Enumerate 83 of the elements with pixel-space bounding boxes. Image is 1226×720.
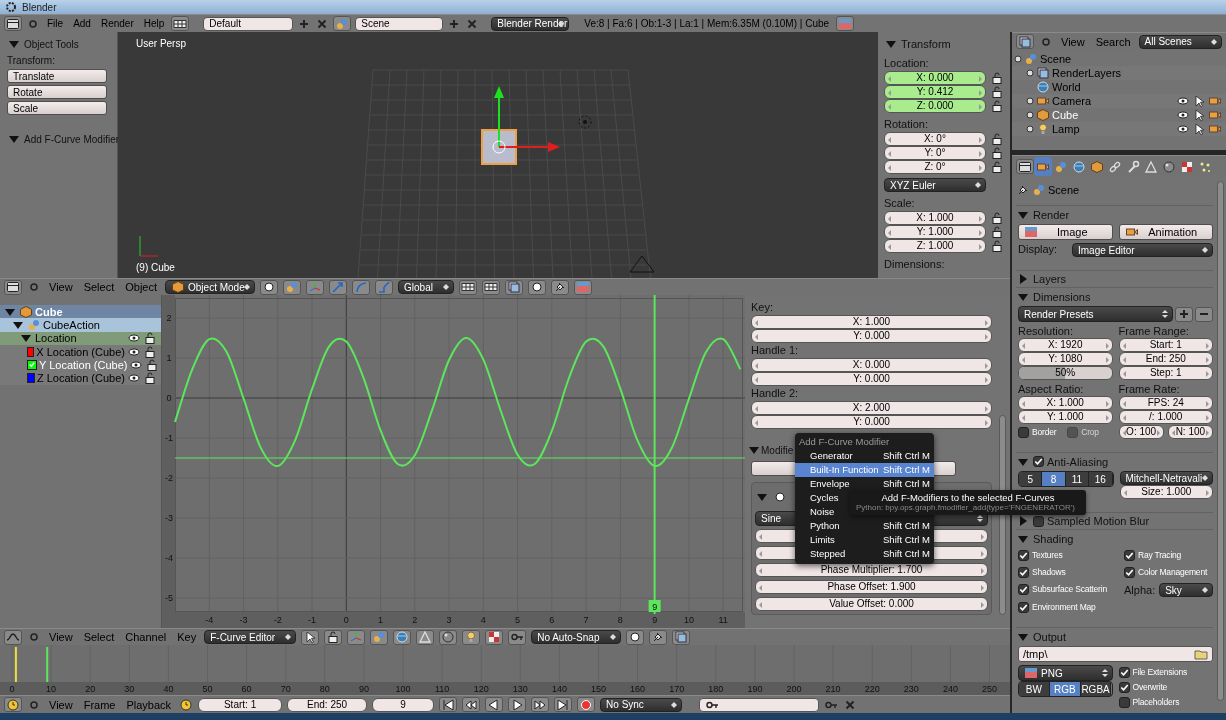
axis-label: 1	[166, 353, 172, 363]
window-title: Blender	[22, 1, 57, 13]
shortcut-label: Shift Ctrl M	[883, 463, 930, 477]
frame-label: 90	[358, 684, 369, 694]
axis-label: 3	[446, 615, 452, 625]
object-label: (9) Cube	[136, 262, 175, 273]
frame-label: 130	[512, 684, 528, 694]
frame-label: 110	[434, 684, 450, 694]
panel-title: Object Tools	[24, 38, 79, 50]
frame-number: 9	[652, 602, 658, 612]
axis-label: -2	[273, 615, 282, 625]
field-label: Resolution:	[1018, 325, 1075, 338]
frame-label: 30	[124, 684, 135, 694]
axis-label: 11	[718, 615, 728, 625]
frame-label: 150	[591, 684, 606, 694]
frame-label: 80	[319, 684, 330, 694]
axis-label: 1	[378, 615, 384, 625]
frame-label: 50	[202, 684, 213, 694]
section-label: Handle 2:	[751, 387, 800, 400]
frame-label: 190	[747, 684, 763, 694]
axis-label: -3	[165, 513, 173, 523]
frame-label: 40	[163, 684, 174, 694]
frame-label: 250	[982, 684, 997, 694]
scene-stats: Ve:8 | Fa:6 | Ob:1-3 | La:1 | Mem:6.35M (0.10M) | Cube	[583, 18, 831, 29]
frame-label: 200	[786, 684, 802, 694]
field-label: Alpha:	[1124, 583, 1156, 597]
frame-label: 160	[630, 684, 646, 694]
axis-label: -5	[165, 593, 173, 603]
axis-label: -4	[205, 615, 214, 625]
frame-label: 120	[473, 684, 489, 694]
axis-label: -1	[308, 615, 317, 625]
field-label: Aspect Ratio:	[1018, 383, 1085, 396]
field-label: Frame Rate:	[1118, 383, 1181, 396]
axis-label: 0	[166, 393, 172, 403]
section-label: Location:	[884, 57, 930, 70]
panel-title: Add F-Curve Modifier	[24, 133, 120, 145]
section-label: Scale:	[884, 197, 916, 210]
view-name: User Persp	[136, 38, 186, 49]
axis-label: 2	[412, 615, 418, 625]
axis-label: 10	[683, 615, 694, 625]
section-label: Dimensions:	[884, 258, 946, 271]
frame-label: 140	[551, 684, 567, 694]
axis-label: 8	[617, 615, 623, 625]
section-label: Rotation:	[884, 118, 930, 131]
axis-label: 5	[515, 615, 521, 625]
shortcut-label: Shift Ctrl M	[883, 477, 930, 491]
context-name: Scene	[1048, 184, 1080, 196]
axis-label: 0	[343, 615, 349, 625]
section-label: Handle 1:	[751, 344, 800, 357]
frame-label: 10	[46, 684, 57, 694]
frame-label: 60	[241, 684, 252, 694]
frame-label: 230	[903, 684, 919, 694]
axis-label: -2	[165, 473, 173, 483]
frame-label: 180	[708, 684, 724, 694]
axis-label: 7	[583, 615, 589, 625]
frame-label: 70	[280, 684, 291, 694]
shortcut-label: Shift Ctrl M	[883, 449, 930, 463]
shortcut-label: Shift Ctrl M	[883, 533, 930, 547]
frame-label: 220	[864, 684, 880, 694]
frame-label: 0	[9, 684, 15, 694]
frame-label: 170	[669, 684, 685, 694]
axis-label: -4	[165, 553, 173, 563]
frame-label: 20	[85, 684, 96, 694]
panel-title: Modifie	[761, 444, 794, 456]
axis-label: -3	[239, 615, 248, 625]
shortcut-label: Shift Ctrl M	[883, 547, 930, 561]
field-label: Frame Range:	[1118, 325, 1190, 338]
axis-label: 2	[166, 313, 172, 323]
axis-label: -1	[165, 433, 173, 443]
section-label: Transform:	[7, 54, 56, 67]
tooltip-python: Python: bpy.ops.graph.fmodifier_add(type='FNGENERATOR')	[856, 503, 1075, 513]
section-label: Key:	[751, 301, 774, 314]
menu-title: Add F-Curve Modifier	[799, 436, 890, 447]
tooltip-title: Add F-Modifiers to the selected F-Curves	[880, 492, 1056, 503]
shortcut-label: Shift Ctrl M	[883, 519, 930, 533]
axis-label: 4	[480, 615, 486, 625]
axis-label: 6	[549, 615, 555, 625]
frame-label: 100	[395, 684, 411, 694]
axis-label: 9	[652, 615, 658, 625]
frame-label: 210	[825, 684, 841, 694]
panel-title: Transform	[901, 38, 951, 50]
frame-label: 240	[942, 684, 958, 694]
field-label: Display:	[1018, 243, 1059, 256]
